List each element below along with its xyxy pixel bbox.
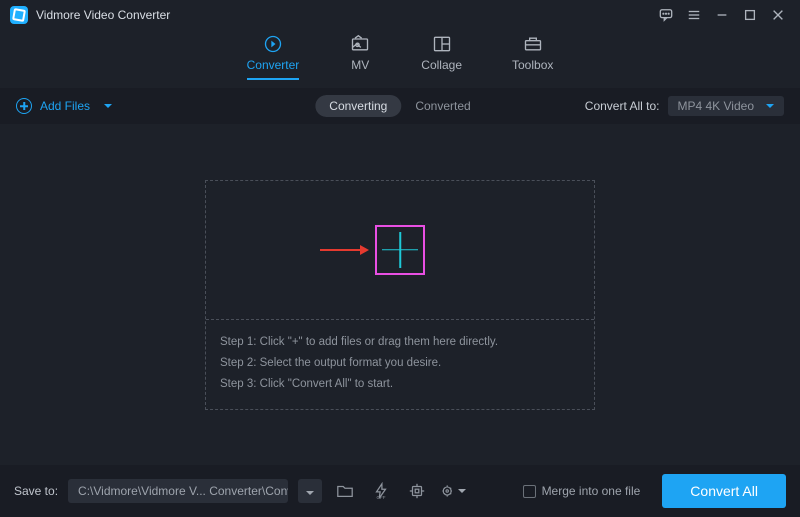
footer: Save to: C:\Vidmore\Vidmore V... Convert… (0, 465, 800, 517)
convert-all-to: Convert All to: MP4 4K Video (585, 96, 784, 116)
tab-label: Collage (421, 58, 462, 72)
tab-label: Converter (247, 58, 300, 72)
annotation-arrow (320, 245, 369, 255)
maximize-icon (743, 8, 757, 22)
add-files-label: Add Files (40, 99, 90, 113)
chevron-down-icon (458, 489, 466, 493)
step-3-text: Step 3: Click "Convert All" to start. (220, 374, 580, 395)
add-files-button[interactable]: Add Files (16, 98, 112, 114)
chevron-down-icon (104, 104, 112, 108)
save-to-label: Save to: (14, 484, 58, 498)
dropzone[interactable]: Step 1: Click "+" to add files or drag t… (205, 180, 595, 410)
dropzone-steps: Step 1: Click "+" to add files or drag t… (206, 320, 594, 408)
dropzone-top (206, 181, 594, 320)
chevron-down-icon (306, 491, 314, 495)
tab-label: Toolbox (512, 58, 553, 72)
convert-all-to-label: Convert All to: (585, 99, 660, 113)
toolbox-icon (522, 34, 544, 54)
converting-segment: Converting Converted (315, 95, 484, 117)
add-file-plus-button[interactable] (375, 225, 425, 275)
merge-label: Merge into one file (542, 484, 641, 498)
toolbar: Add Files Converting Converted Convert A… (0, 88, 800, 124)
gear-icon (440, 482, 456, 500)
cpu-icon (408, 482, 426, 500)
plus-icon (382, 232, 418, 268)
mv-icon (349, 34, 371, 54)
open-folder-button[interactable] (332, 479, 358, 503)
app-title: Vidmore Video Converter (36, 8, 170, 22)
speech-bubble-icon (659, 8, 673, 22)
folder-icon (336, 482, 354, 500)
lightning-icon: OFF (372, 482, 390, 500)
close-icon (771, 8, 785, 22)
tab-label: MV (351, 58, 369, 72)
converter-icon (262, 34, 284, 54)
close-button[interactable] (764, 3, 792, 27)
tab-toolbox[interactable]: Toolbox (512, 34, 553, 80)
merge-checkbox[interactable]: Merge into one file (523, 484, 641, 498)
checkbox-icon (523, 485, 536, 498)
titlebar: Vidmore Video Converter (0, 0, 800, 30)
tab-converter[interactable]: Converter (247, 34, 300, 80)
feedback-button[interactable] (652, 3, 680, 27)
tab-mv[interactable]: MV (349, 34, 371, 80)
minimize-button[interactable] (708, 3, 736, 27)
collage-icon (431, 34, 453, 54)
convert-all-to-value: MP4 4K Video (678, 99, 755, 113)
plus-circle-icon (16, 98, 32, 114)
main-area: Step 1: Click "+" to add files or drag t… (0, 124, 800, 465)
app-logo-icon (10, 6, 28, 24)
step-2-text: Step 2: Select the output format you des… (220, 353, 580, 374)
svg-text:OFF: OFF (377, 495, 386, 500)
tab-collage[interactable]: Collage (421, 34, 462, 80)
maximize-button[interactable] (736, 3, 764, 27)
convert-all-to-dropdown[interactable]: MP4 4K Video (668, 96, 785, 116)
minimize-icon (715, 8, 729, 22)
task-settings-button[interactable] (404, 479, 430, 503)
seg-converting[interactable]: Converting (315, 95, 401, 117)
step-1-text: Step 1: Click "+" to add files or drag t… (220, 332, 580, 353)
app-window: Vidmore Video Converter Converter (0, 0, 800, 517)
hardware-accel-button[interactable]: OFF (368, 479, 394, 503)
save-path-field[interactable]: C:\Vidmore\Vidmore V... Converter\Conver… (68, 479, 288, 503)
seg-converted[interactable]: Converted (401, 95, 484, 117)
chevron-down-icon (766, 104, 774, 108)
convert-all-button[interactable]: Convert All (662, 474, 786, 508)
save-path-dropdown[interactable] (298, 479, 322, 503)
main-tabs: Converter MV Collage Toolbox (0, 30, 800, 88)
hamburger-icon (687, 8, 701, 22)
menu-button[interactable] (680, 3, 708, 27)
settings-button[interactable] (440, 479, 466, 503)
